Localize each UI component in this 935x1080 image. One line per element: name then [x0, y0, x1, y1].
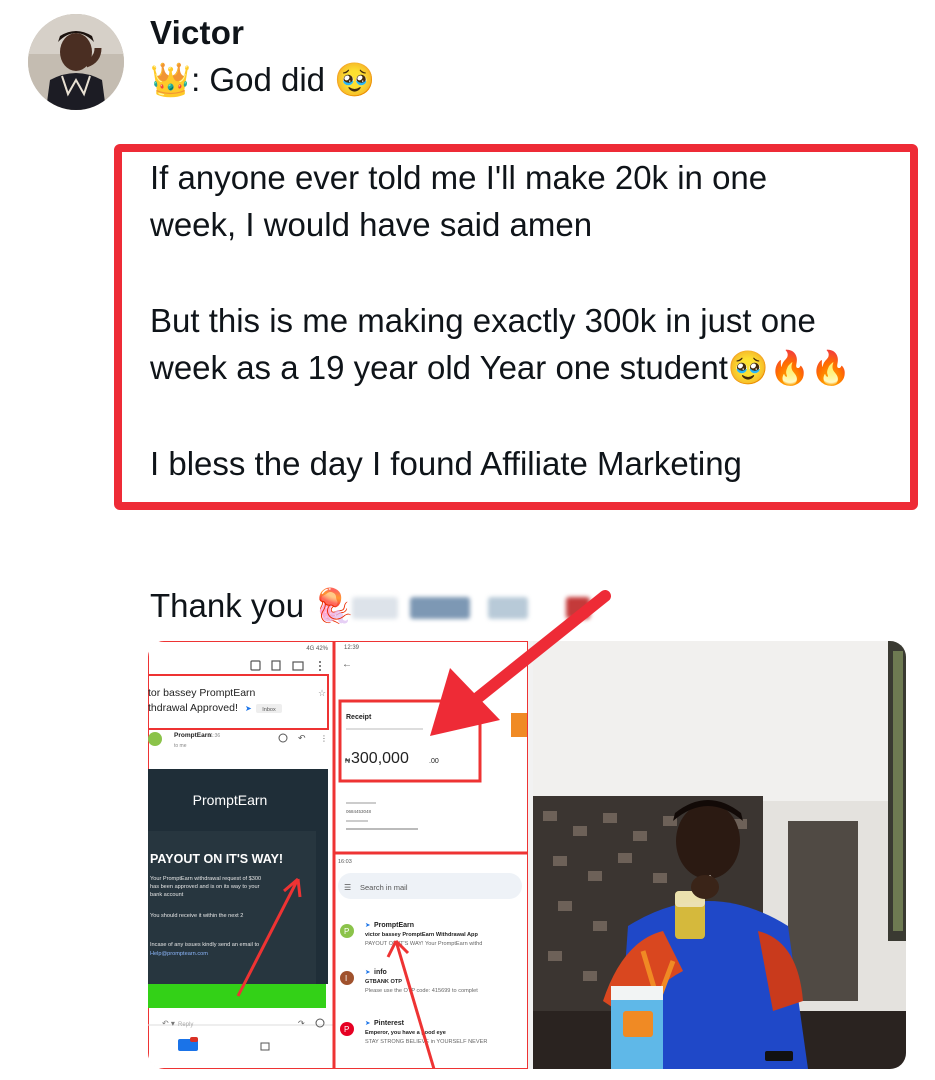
thank-you-text: Thank you 🪼	[150, 582, 354, 629]
svg-text:I: I	[345, 974, 347, 983]
author-bio: 👑: God did 🥹	[150, 60, 375, 100]
author-bio-text: : God did	[191, 61, 326, 98]
email-subject-line-2: thdrawal Approved!	[148, 702, 238, 714]
gmail-payout-screenshot: 4G 42% tor bassey PromptEarn thdrawal Ap…	[148, 641, 335, 1069]
email-link: Help@promptearn.com	[150, 951, 208, 957]
currency-symbol: ₦	[345, 758, 350, 765]
receipt-label: Receipt	[346, 714, 372, 721]
status-bar-text: 4G 42%	[306, 646, 328, 652]
pleading-face-emoji: 🥹	[334, 60, 376, 99]
email-body-1: Your PromptEarn withdrawal request of $3…	[150, 876, 261, 882]
email-body-2: has been approved and is on its way to y…	[150, 884, 260, 890]
avatar-photo	[28, 14, 124, 110]
svg-text:↷: ↷	[298, 1019, 305, 1028]
to-me-text: to me	[174, 743, 187, 749]
mail-2-preview: Please use the OTP code: 415699 to compl…	[365, 988, 478, 994]
email-subject-line-1: tor bassey PromptEarn	[148, 687, 256, 699]
svg-text:➤: ➤	[245, 704, 252, 713]
jellyfish-emoji: 🪼	[313, 586, 355, 625]
receipt-amount: 300,000	[351, 750, 409, 767]
account-number: 0684453048	[346, 809, 372, 814]
brand-logo: PromptEarn	[193, 792, 268, 808]
email-body-4: You should receive it within the next 2	[150, 913, 243, 919]
time-top: 12:39	[344, 645, 360, 651]
svg-text:↶: ↶	[298, 733, 306, 743]
post-paragraph-3: I bless the day I found Affiliate Market…	[150, 445, 742, 482]
mail-1-subject: victor bassey PromptEarn Withdrawal App	[365, 932, 478, 938]
svg-text:P: P	[344, 927, 349, 936]
thank-you-label: Thank you	[150, 587, 305, 624]
svg-text:➤: ➤	[365, 969, 371, 976]
svg-text:➤: ➤	[365, 922, 371, 929]
reply-text: Reply	[178, 1022, 193, 1028]
mail-2-from: info	[374, 969, 387, 976]
payout-heading: PAYOUT ON IT'S WAY!	[150, 852, 283, 866]
inbox-badge: Inbox	[262, 707, 276, 713]
green-button	[148, 984, 326, 1008]
reply-icon: ↶ ▾	[161, 1019, 175, 1028]
blurred-mention	[352, 597, 398, 619]
mail-3-subject: Emperor, you have a good eye	[365, 1030, 446, 1036]
post-paragraph-2: But this is me making exactly 300k in ju…	[150, 302, 852, 386]
post-paragraph-1: If anyone ever told me I'll make 20k in …	[150, 159, 768, 243]
mail-3-from: Pinterest	[374, 1020, 405, 1027]
receipt-amount-decimal: .00	[429, 758, 439, 765]
email-body-3: bank account	[150, 892, 184, 898]
email-body-5: Incase of any issues kindly send an emai…	[150, 942, 259, 948]
sender-time: 11:36	[208, 733, 220, 739]
svg-text:☆: ☆	[318, 688, 326, 698]
svg-text:⋮: ⋮	[320, 734, 328, 743]
mail-1-preview: PAYOUT ON IT'S WAY! Your PromptEarn with…	[365, 941, 482, 947]
author-name[interactable]: Victor	[150, 14, 244, 52]
svg-text:☰: ☰	[344, 883, 351, 892]
sender-name: PromptEarn	[174, 732, 211, 739]
crown-emoji: 👑	[150, 60, 192, 99]
sender-avatar	[148, 732, 162, 746]
mail-1-from: PromptEarn	[374, 922, 414, 929]
mail-2-subject: GTBANK OTP	[365, 979, 402, 985]
red-arrow-annotation	[430, 590, 611, 736]
avatar[interactable]	[28, 14, 124, 110]
svg-text:←: ←	[342, 659, 352, 670]
time-bottom: 16:03	[338, 859, 352, 865]
svg-text:P: P	[344, 1025, 349, 1034]
search-placeholder: Search in mail	[360, 883, 408, 892]
svg-text:➤: ➤	[365, 1020, 371, 1027]
